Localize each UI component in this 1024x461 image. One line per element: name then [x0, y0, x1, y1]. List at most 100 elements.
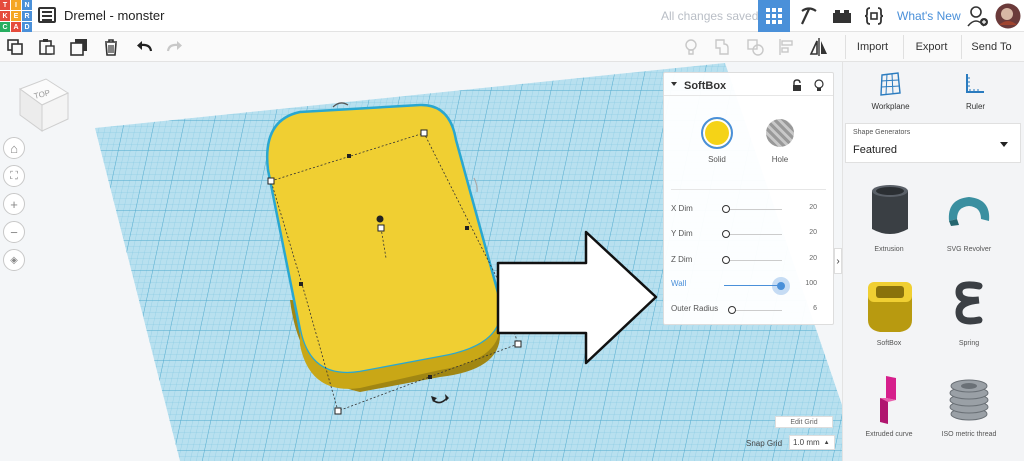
- y-dim-value[interactable]: 20: [809, 229, 817, 236]
- whats-new-link[interactable]: What's New: [897, 9, 961, 23]
- collapse-panel-button[interactable]: ›: [834, 248, 842, 274]
- bricks-button[interactable]: [828, 0, 856, 32]
- extrusion-icon[interactable]: [868, 183, 912, 237]
- duplicate-button[interactable]: [68, 36, 90, 58]
- logo-letter: I: [11, 0, 21, 10]
- add-user-button[interactable]: [964, 0, 992, 32]
- wall-knob[interactable]: [777, 282, 785, 290]
- ruler-label[interactable]: Ruler: [953, 102, 998, 111]
- snap-grid-label: Snap Grid: [746, 439, 783, 448]
- outer-radius-value[interactable]: 6: [813, 305, 817, 312]
- design-list-icon[interactable]: [38, 7, 56, 23]
- shape-generators-value: Featured: [853, 144, 898, 156]
- add-user-icon: [967, 6, 988, 27]
- lock-icon[interactable]: [792, 79, 802, 92]
- height-handle[interactable]: [376, 215, 384, 223]
- edit-toolbar: Import Export Send To: [0, 32, 1024, 62]
- shape-generators-title: Shape Generators: [853, 129, 911, 136]
- svg-revolver-icon[interactable]: [945, 193, 993, 229]
- z-dim-knob[interactable]: [722, 256, 730, 264]
- shape-generators-dropdown[interactable]: Shape Generators Featured: [845, 123, 1021, 163]
- workplane-label[interactable]: Workplane: [863, 102, 918, 111]
- lightbulb-icon: [685, 39, 697, 55]
- edit-grid-button[interactable]: Edit Grid: [775, 416, 833, 428]
- z-dim-value[interactable]: 20: [809, 255, 817, 262]
- caret-up-icon: ▲: [823, 439, 830, 446]
- spring-icon[interactable]: [953, 280, 987, 332]
- design-title[interactable]: Dremel - monster: [64, 8, 164, 23]
- zoom-in-button[interactable]: +: [3, 193, 25, 215]
- export-button[interactable]: Export: [903, 35, 959, 59]
- zoom-out-button[interactable]: −: [3, 221, 25, 243]
- import-button[interactable]: Import: [845, 35, 899, 59]
- ruler-icon[interactable]: [964, 72, 986, 96]
- undo-button[interactable]: [133, 36, 155, 58]
- param-label: Y Dim: [671, 229, 693, 238]
- fit-view-button[interactable]: ⛶: [3, 165, 25, 187]
- y-dim-knob[interactable]: [722, 230, 730, 238]
- mirror-button[interactable]: [808, 36, 830, 58]
- minus-icon: −: [10, 224, 18, 240]
- hole-swatch[interactable]: [766, 119, 794, 147]
- y-dim-slider[interactable]: [724, 234, 782, 235]
- avatar[interactable]: [994, 0, 1022, 32]
- paste-button[interactable]: [36, 36, 58, 58]
- chevron-right-icon: ›: [836, 255, 840, 267]
- brick-icon: [833, 10, 851, 23]
- outer-radius-slider[interactable]: [730, 310, 782, 311]
- user-avatar-icon: [995, 3, 1021, 29]
- home-icon: ⌂: [10, 140, 18, 156]
- light-bulb-button[interactable]: [680, 36, 702, 58]
- collapse-chevron-icon[interactable]: [671, 82, 677, 86]
- extruded-curve-icon[interactable]: [874, 374, 902, 426]
- snap-grid-value: 1.0 mm: [793, 438, 820, 447]
- x-dim-knob[interactable]: [722, 205, 730, 213]
- param-label: X Dim: [671, 204, 693, 213]
- snap-grid-select[interactable]: 1.0 mm ▲: [789, 435, 835, 450]
- logo-letter: R: [22, 11, 32, 21]
- logo-letter: N: [22, 0, 32, 10]
- codeblocks-button[interactable]: [860, 0, 888, 32]
- align-button[interactable]: [776, 36, 798, 58]
- pickaxe-icon: [801, 7, 817, 25]
- inspector-shape-name: SoftBox: [684, 80, 727, 92]
- z-dim-slider[interactable]: [724, 260, 782, 261]
- softbox-icon[interactable]: [864, 278, 916, 334]
- tinkercad-logo[interactable]: T I N K E R C A D: [0, 0, 32, 32]
- perspective-button[interactable]: ◈: [3, 249, 25, 271]
- logo-letter: D: [22, 22, 32, 32]
- x-dim-slider[interactable]: [724, 209, 782, 210]
- perspective-icon: ◈: [10, 254, 18, 266]
- copy-icon: [7, 39, 23, 55]
- ungroup-button[interactable]: [744, 36, 766, 58]
- blocks-button[interactable]: [794, 0, 824, 32]
- codeblocks-icon: [864, 7, 884, 25]
- undo-icon: [137, 41, 153, 52]
- solid-swatch[interactable]: [701, 117, 733, 149]
- view-cube[interactable]: TOP: [16, 75, 72, 135]
- outer-radius-knob[interactable]: [728, 306, 736, 314]
- x-dim-value[interactable]: 20: [809, 204, 817, 211]
- shape-label: ISO metric thread: [941, 431, 997, 438]
- paste-icon: [39, 39, 55, 55]
- workplane-icon[interactable]: [879, 72, 901, 96]
- delete-button[interactable]: [100, 36, 122, 58]
- light-icon[interactable]: [814, 79, 824, 92]
- home-view-button[interactable]: ⌂: [3, 137, 25, 159]
- send-to-button[interactable]: Send To: [961, 35, 1021, 59]
- redo-button[interactable]: [164, 36, 186, 58]
- ungroup-icon: [747, 39, 764, 56]
- top-bar: T I N K E R C A D Dremel - monster All c…: [0, 0, 1024, 32]
- shape-inspector: SoftBox Solid Hole X Dim 20 Y Dim 20 Z D…: [663, 72, 834, 325]
- shape-label: SoftBox: [876, 340, 902, 347]
- 3d-view-button[interactable]: [758, 0, 790, 32]
- copy-button[interactable]: [4, 36, 26, 58]
- iso-thread-icon[interactable]: [946, 376, 992, 422]
- grid-view-icon: [766, 8, 782, 24]
- wall-value[interactable]: 100: [805, 280, 817, 287]
- solid-label: Solid: [708, 155, 726, 164]
- logo-letter: C: [0, 22, 10, 32]
- param-label: Outer Radius: [671, 304, 719, 313]
- logo-letter: E: [11, 11, 21, 21]
- group-button[interactable]: [712, 36, 734, 58]
